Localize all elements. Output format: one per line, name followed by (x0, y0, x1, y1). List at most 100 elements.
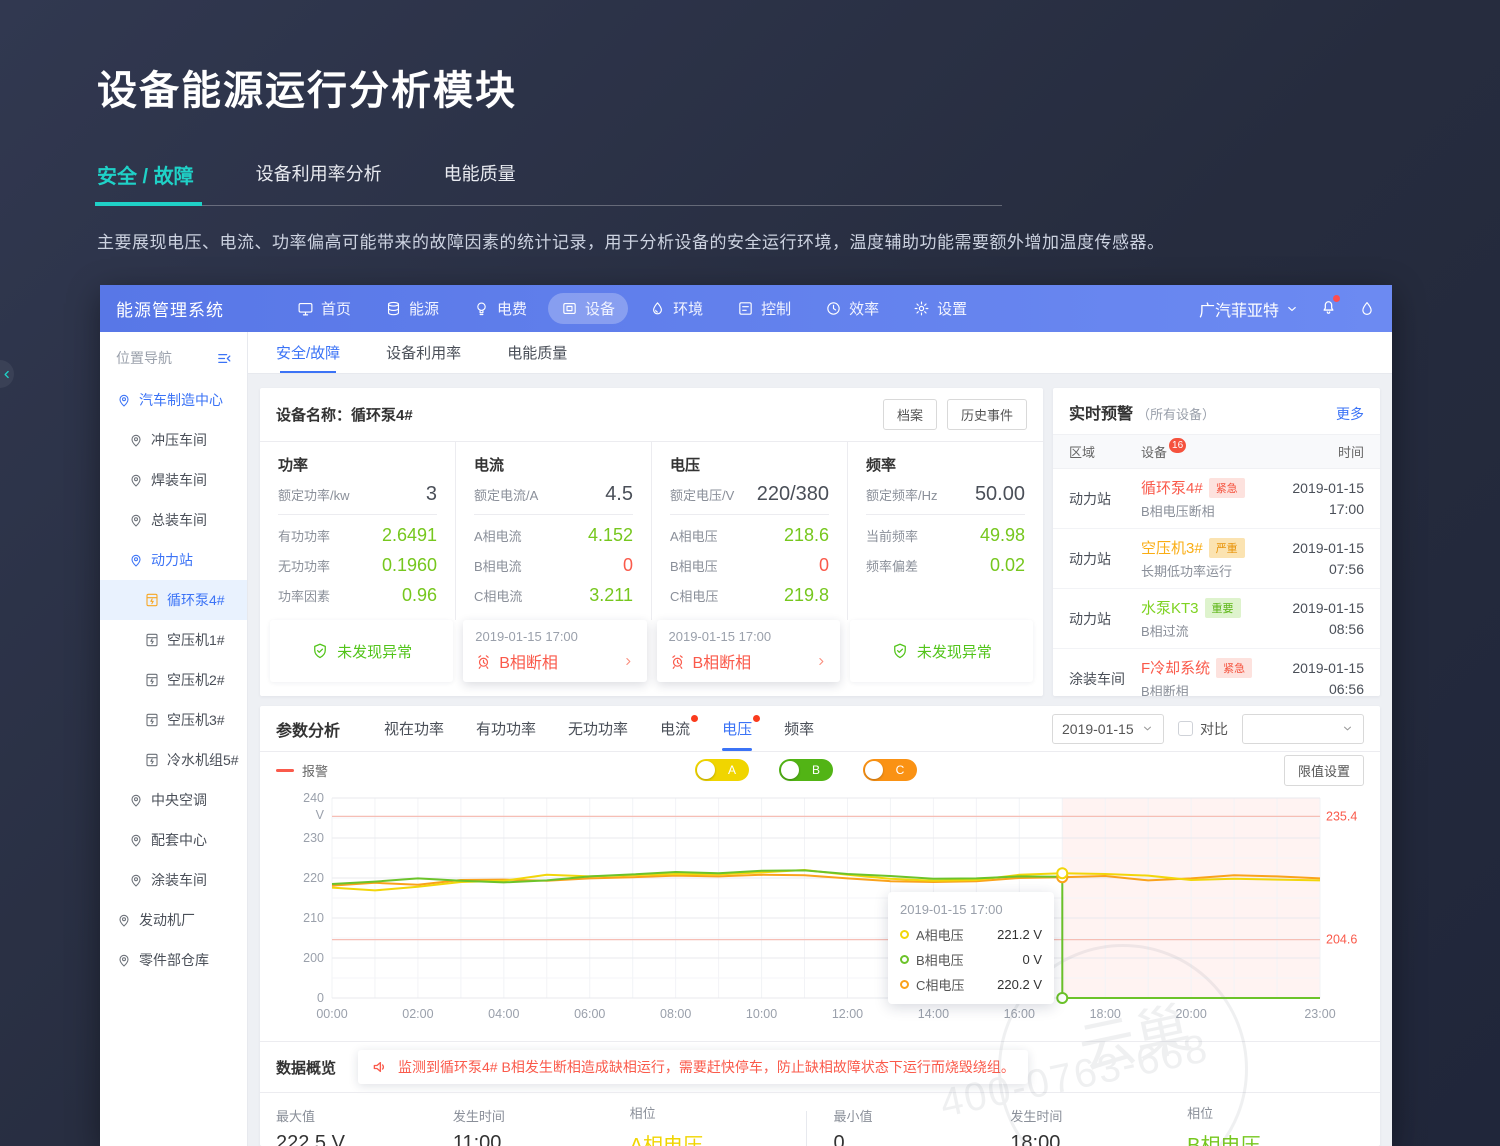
nav-item-5[interactable]: 控制 (724, 293, 804, 324)
stat-1: 发生时间11:00 (453, 1106, 630, 1146)
checkbox-box[interactable] (1178, 721, 1193, 736)
alarm-text: B相断相 (499, 649, 558, 673)
nav-item-4[interactable]: 环境 (636, 293, 716, 324)
alert-row-0[interactable]: 动力站循环泵4#紧急B相电压断相2019-01-1517:00 (1053, 469, 1380, 529)
analysis-tab-0[interactable]: 视在功率 (384, 706, 444, 751)
tooltip-time: 2019-01-15 17:00 (900, 902, 1042, 917)
metric-col-0: 功率额定功率/kw3有功功率2.6491无功功率0.1960功率因素0.96 (260, 442, 456, 620)
metric-value: 49.98 (980, 525, 1025, 546)
sidebar-item-2[interactable]: 焊装车间 (100, 460, 247, 500)
nav-item-2[interactable]: 电费 (460, 293, 540, 324)
alert-row-2[interactable]: 动力站水泵KT3重要B相过流2019-01-1508:56 (1053, 589, 1380, 649)
col-area: 区域 (1069, 442, 1141, 461)
alerts-title: 实时预警 (1069, 400, 1133, 424)
toggle-label: A (715, 763, 749, 777)
subtab-2[interactable]: 电能质量 (507, 332, 567, 373)
nav-label: 能源 (409, 298, 439, 319)
location-pin-icon (128, 792, 144, 808)
device-metrics-panel: 设备名称：循环泵4# 档案历史事件 功率额定功率/kw3有功功率2.6491无功… (260, 388, 1043, 696)
analysis-tab-1[interactable]: 有功功率 (476, 706, 536, 751)
date-select[interactable]: 2019-01-15 (1052, 714, 1164, 744)
app-header-right: 广汽菲亚特 (1199, 297, 1376, 321)
module-subtabs: 安全/故障 设备利用率 电能质量 (248, 332, 1392, 374)
stat-3: 最小值0 (833, 1106, 1010, 1146)
severity-badge: 紧急 (1216, 658, 1252, 678)
analysis-tab-4[interactable]: 电压 (722, 706, 752, 751)
device-icon (561, 300, 578, 317)
limit-settings-button[interactable]: 限值设置 (1284, 755, 1364, 786)
sidebar-item-6[interactable]: 空压机1# (100, 620, 247, 660)
alarm-text: B相断相 (693, 649, 752, 673)
voltage-chart: 235.4204.6240V230220210200000:0002:0004:… (276, 788, 1364, 1041)
sidebar-item-14[interactable]: 零件部仓库 (100, 940, 247, 980)
sidebar-item-label: 焊装车间 (151, 470, 207, 490)
compare-checkbox[interactable]: 对比 (1178, 719, 1228, 739)
svg-text:00:00: 00:00 (316, 1007, 347, 1021)
svg-text:235.4: 235.4 (1326, 809, 1357, 823)
control-icon (737, 300, 754, 317)
nav-item-7[interactable]: 设置 (900, 293, 980, 324)
sidebar-item-1[interactable]: 冲压车间 (100, 420, 247, 460)
hero-tab-2[interactable]: 电能质量 (444, 160, 516, 189)
analysis-tab-3[interactable]: 电流 (660, 706, 690, 751)
notification-dot (1333, 295, 1340, 302)
alert-datetime: 2019-01-1508:56 (1292, 598, 1364, 640)
status-alarm-card-2[interactable]: 2019-01-15 17:00B相断相 (657, 620, 840, 682)
metric-value: 0.02 (990, 555, 1025, 576)
sidebar-item-13[interactable]: 发动机厂 (100, 900, 247, 940)
subtab-1[interactable]: 设备利用率 (386, 332, 461, 373)
hero-tab-0[interactable]: 安全 / 故障 (97, 160, 194, 189)
tooltip-label: C相电压 (916, 975, 964, 994)
subtab-0[interactable]: 安全/故障 (276, 332, 340, 373)
sidebar-item-4[interactable]: 动力站 (100, 540, 247, 580)
sidebar-item-label: 空压机1# (167, 630, 225, 650)
collapse-sidebar-icon[interactable] (216, 350, 233, 367)
metric-value: 0 (623, 555, 633, 576)
notifications-button[interactable] (1319, 297, 1338, 321)
nav-item-3[interactable]: 设备 (548, 293, 628, 324)
energy-icon (385, 300, 402, 317)
phase-toggle-C[interactable]: C (863, 759, 917, 781)
analysis-tab-5[interactable]: 频率 (784, 706, 814, 751)
phase-toggle-A[interactable]: A (695, 759, 749, 781)
alert-desc: 长期低功率运行 (1141, 561, 1292, 580)
alert-area: 动力站 (1069, 489, 1141, 509)
hero-tab-1[interactable]: 设备利用率分析 (256, 160, 382, 189)
sidebar-item-label: 循环泵4# (167, 590, 225, 610)
rated-label: 额定功率/kw (278, 485, 350, 504)
rated-value: 3 (426, 483, 437, 506)
svg-text:02:00: 02:00 (402, 1007, 433, 1021)
alert-row-3[interactable]: 涂装车间F冷却系统紧急B相断相2019-01-1506:56 (1053, 649, 1380, 696)
sidebar-item-label: 涂装车间 (151, 870, 207, 890)
nav-item-1[interactable]: 能源 (372, 293, 452, 324)
alert-row-1[interactable]: 动力站空压机3#严重长期低功率运行2019-01-1507:56 (1053, 529, 1380, 589)
metric-value: 0.96 (402, 585, 437, 606)
tenant-selector[interactable]: 广汽菲亚特 (1199, 297, 1299, 321)
alarm-bell-icon (475, 653, 492, 670)
alarm-line-swatch (276, 769, 294, 772)
sidebar-item-9[interactable]: 冷水机组5# (100, 740, 247, 780)
device-box-icon (144, 752, 160, 768)
analysis-tab-2[interactable]: 无功功率 (568, 706, 628, 751)
nav-label: 首页 (321, 298, 351, 319)
device-action-button-1[interactable]: 历史事件 (947, 399, 1027, 430)
phase-toggle-B[interactable]: B (779, 759, 833, 781)
nav-item-0[interactable]: 首页 (284, 293, 364, 324)
nav-item-6[interactable]: 效率 (812, 293, 892, 324)
sidebar-item-0[interactable]: 汽车制造中心 (100, 380, 247, 420)
water-drop-icon[interactable] (1358, 300, 1376, 318)
sidebar-item-11[interactable]: 配套中心 (100, 820, 247, 860)
compare-date-select[interactable] (1242, 714, 1364, 744)
sidebar-item-10[interactable]: 中央空调 (100, 780, 247, 820)
sidebar-item-5[interactable]: 循环泵4# (100, 580, 247, 620)
status-alarm-card-1[interactable]: 2019-01-15 17:00B相断相 (463, 620, 646, 682)
status-text: 未发现异常 (917, 641, 992, 662)
sidebar-item-label: 空压机2# (167, 670, 225, 690)
sidebar-item-12[interactable]: 涂装车间 (100, 860, 247, 900)
device-action-button-0[interactable]: 档案 (883, 399, 937, 430)
sidebar-item-8[interactable]: 空压机3# (100, 700, 247, 740)
collapse-edge-tab[interactable] (0, 360, 14, 388)
alerts-more-link[interactable]: 更多 (1336, 404, 1364, 424)
sidebar-item-7[interactable]: 空压机2# (100, 660, 247, 700)
sidebar-item-3[interactable]: 总装车间 (100, 500, 247, 540)
